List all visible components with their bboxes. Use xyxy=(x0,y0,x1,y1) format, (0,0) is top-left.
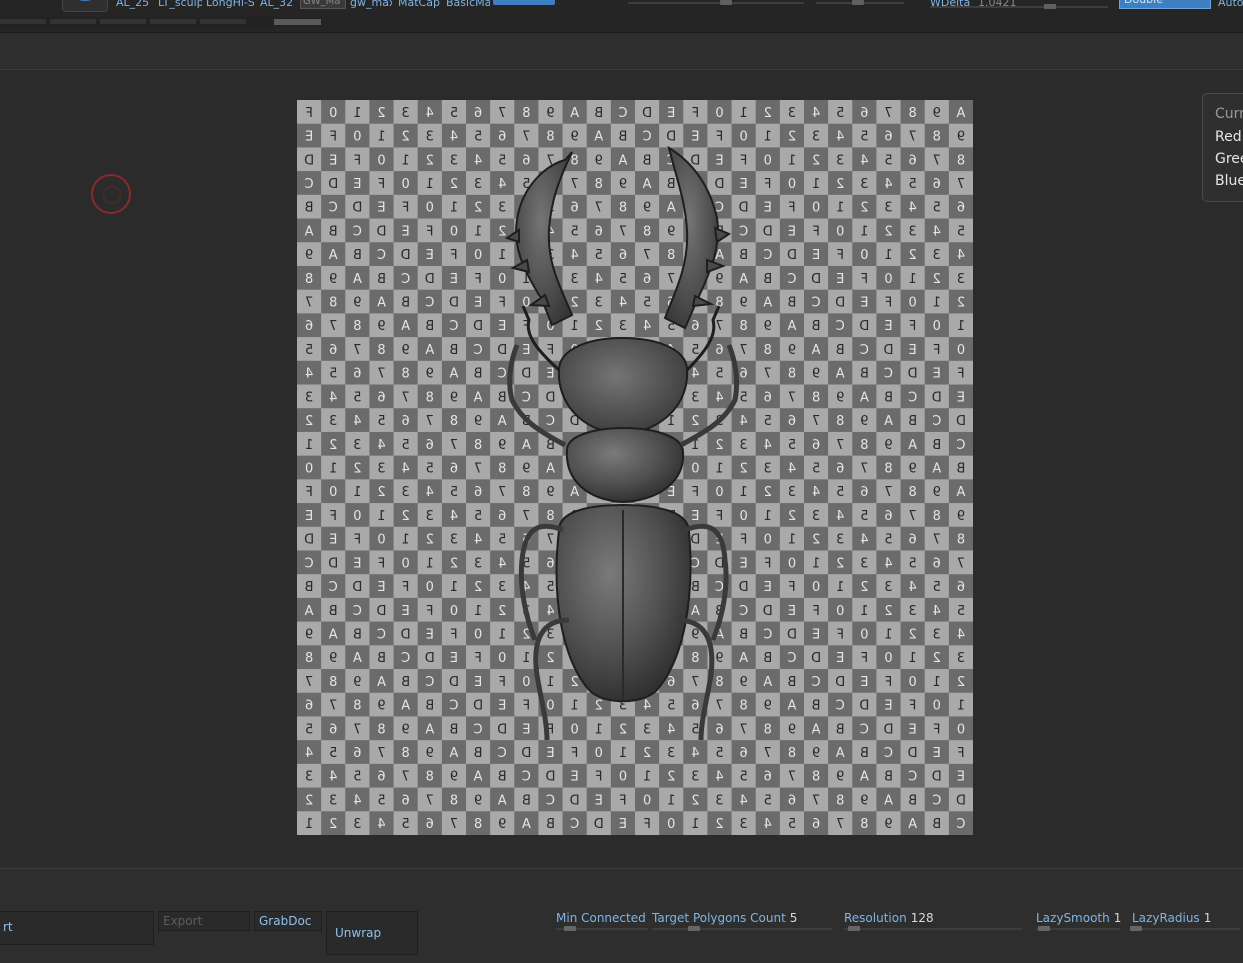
green-channel-label: Gree xyxy=(1215,151,1243,167)
target-polygons-value: 5 xyxy=(789,911,798,925)
resolution-label: Resolution xyxy=(844,911,907,925)
stag-beetle-model[interactable] xyxy=(297,100,973,835)
color-info-panel: Curr Red Gree Blue xyxy=(1202,93,1243,202)
blue-channel-label: Blue xyxy=(1215,173,1243,189)
shelf-scroll-thumb[interactable] xyxy=(274,19,321,25)
lazyradius-param[interactable]: LazyRadius 1 xyxy=(1132,911,1211,925)
material-lt-sculpt[interactable]: LT_sculpt xyxy=(158,0,202,9)
lazyradius-value: 1 xyxy=(1203,911,1212,925)
wdelta-slider-knob[interactable] xyxy=(1044,4,1056,9)
lazysmooth-slider[interactable] xyxy=(1036,926,1120,931)
material-gw-ma[interactable]: GW_Ma xyxy=(300,0,346,9)
brush-cursor-icon xyxy=(91,174,131,214)
active-toggle[interactable] xyxy=(493,0,555,5)
unwrap-button[interactable]: Unwrap xyxy=(326,911,418,955)
lazysmooth-value: 1 xyxy=(1113,911,1122,925)
current-color-title: Curr xyxy=(1215,106,1243,122)
top-slider-2-knob[interactable] xyxy=(852,0,864,5)
resolution-value: 128 xyxy=(910,911,934,925)
import-button[interactable]: rt xyxy=(0,911,154,945)
min-connected-param[interactable]: Min Connected F xyxy=(556,911,648,925)
lazyradius-slider[interactable] xyxy=(1130,926,1240,931)
top-toolbar: AL_25 LT_sculpt LongHi-S AL_32 GW_Ma gw_… xyxy=(0,0,1243,33)
material-matcap[interactable]: MatCap xyxy=(398,0,440,9)
target-polygons-label: Target Polygons Count xyxy=(652,911,786,925)
material-al25[interactable]: AL_25 xyxy=(116,0,154,9)
target-polygons-param[interactable]: Target Polygons Count 5 xyxy=(652,911,797,925)
bottom-toolbar: rt Export GrabDoc Unwrap Min Connected F… xyxy=(0,869,1243,963)
min-connected-slider[interactable] xyxy=(556,926,648,931)
red-channel-label: Red xyxy=(1215,129,1242,145)
top-slider-1-knob[interactable] xyxy=(720,0,732,5)
material-basic[interactable]: BasicMa xyxy=(446,0,490,9)
resolution-slider[interactable] xyxy=(844,926,1022,931)
wdelta-slider[interactable] xyxy=(930,6,1108,8)
grabdoc-button[interactable]: GrabDoc xyxy=(254,911,322,931)
material-gw-max[interactable]: gw_max xyxy=(350,0,392,9)
export-button[interactable]: Export xyxy=(158,911,250,931)
target-polygons-slider[interactable] xyxy=(652,926,832,931)
secondary-shelf xyxy=(0,33,1243,70)
auto-button[interactable]: Auto xyxy=(1218,0,1243,9)
lazysmooth-param[interactable]: LazySmooth 1 xyxy=(1036,911,1121,925)
lazysmooth-label: LazySmooth xyxy=(1036,911,1110,925)
lazyradius-label: LazyRadius xyxy=(1132,911,1200,925)
material-longhi[interactable]: LongHi-S xyxy=(206,0,254,9)
top-slider-1[interactable] xyxy=(628,2,804,4)
shelf-scrollbar[interactable] xyxy=(0,17,322,27)
min-connected-label: Min Connected F xyxy=(556,911,648,925)
double-dropdown[interactable]: Double xyxy=(1119,0,1211,9)
material-al32[interactable]: AL_32 xyxy=(260,0,296,9)
material-sphere-button[interactable] xyxy=(62,0,108,12)
resolution-param[interactable]: Resolution 128 xyxy=(844,911,934,925)
